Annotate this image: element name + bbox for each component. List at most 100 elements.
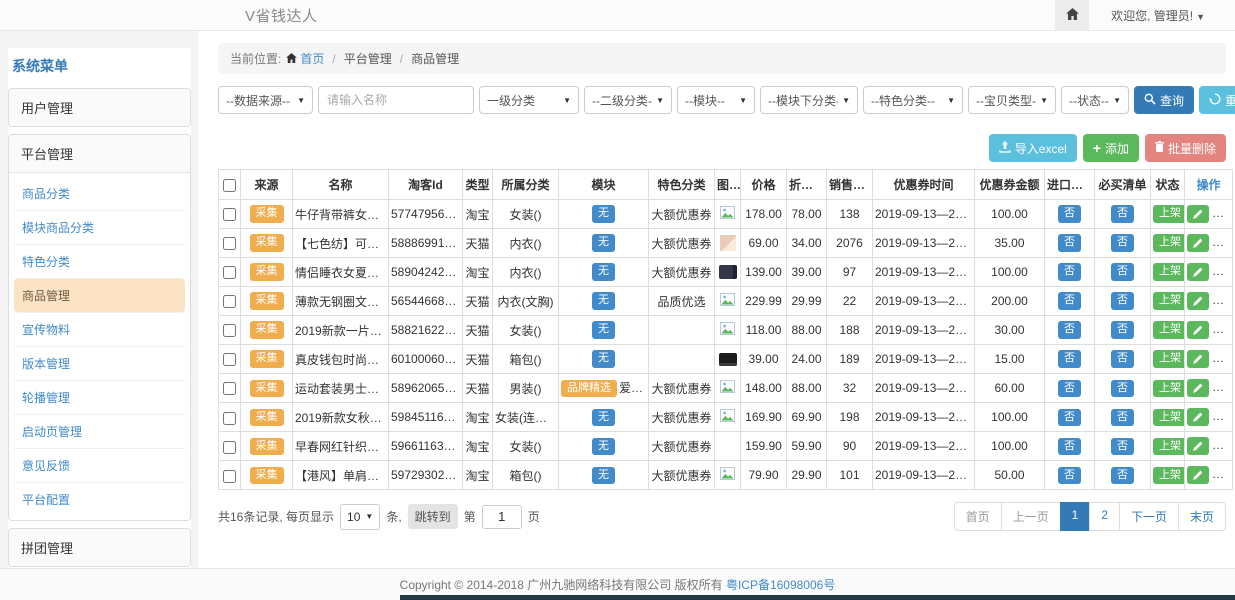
sidebar-group-用户管理[interactable]: 用户管理 [9, 89, 190, 126]
sidebar-group: 用户管理 [8, 88, 191, 127]
sidebar-item-轮播管理[interactable]: 轮播管理 [14, 381, 185, 415]
sales-cell: 2076 [827, 229, 873, 258]
sidebar-item-商品管理[interactable]: 商品管理 [14, 279, 185, 313]
row-checkbox[interactable] [223, 353, 236, 366]
edit-button[interactable] [1187, 321, 1209, 339]
name-search-input[interactable] [318, 86, 474, 114]
bulk-delete-button[interactable]: 批量删除 [1145, 134, 1226, 162]
sidebar-item-启动页管理[interactable]: 启动页管理 [14, 415, 185, 449]
discount-price-cell: 24.00 [787, 345, 827, 374]
status-badge[interactable]: 上架 [1153, 321, 1185, 338]
filter-select-level2-category[interactable]: --二级分类--▼ [584, 86, 672, 114]
add-button[interactable]: + 添加 [1083, 134, 1139, 162]
page-size-select[interactable]: 10 ▼ [340, 504, 380, 530]
must-buy-badge[interactable]: 否 [1111, 205, 1134, 222]
home-button[interactable] [1055, 0, 1089, 30]
import-select-badge[interactable]: 否 [1058, 263, 1081, 280]
row-checkbox[interactable] [223, 324, 236, 337]
import-select-badge[interactable]: 否 [1058, 205, 1081, 222]
page-button-末页[interactable]: 末页 [1178, 502, 1226, 531]
status-badge[interactable]: 上架 [1153, 234, 1185, 251]
jump-to-button[interactable]: 跳转到 [408, 504, 458, 529]
must-buy-badge[interactable]: 否 [1111, 380, 1134, 397]
import-select-badge[interactable]: 否 [1058, 350, 1081, 367]
row-checkbox[interactable] [223, 470, 236, 483]
filter-select-data-source[interactable]: --数据来源--▼ [218, 86, 313, 114]
edit-button[interactable] [1187, 350, 1209, 368]
import-select-badge[interactable]: 否 [1058, 321, 1081, 338]
must-buy-badge[interactable]: 否 [1111, 292, 1134, 309]
table-row: 采集【七色纺】可爱纯棉家...588869917501天猫内衣()无大额优惠券6… [219, 229, 1233, 258]
status-badge[interactable]: 上架 [1153, 205, 1185, 222]
page-button-2[interactable]: 2 [1089, 502, 1120, 531]
status-badge[interactable]: 上架 [1153, 409, 1185, 426]
filter-select-status[interactable]: --状态--▼ [1061, 86, 1129, 114]
operations-cell [1185, 287, 1233, 316]
row-checkbox[interactable] [223, 382, 236, 395]
select-all-checkbox[interactable] [223, 179, 236, 192]
row-checkbox[interactable] [223, 441, 236, 454]
filter-select-module-subcategory[interactable]: --模块下分类--▼ [760, 86, 858, 114]
must-buy-badge[interactable]: 否 [1111, 350, 1134, 367]
status-badge[interactable]: 上架 [1153, 438, 1185, 455]
edit-button[interactable] [1187, 437, 1209, 455]
icp-link[interactable]: 粤ICP备16098006号 [726, 576, 835, 593]
filter-select-level1-category[interactable]: 一级分类▼ [479, 86, 579, 114]
page-button-下一页[interactable]: 下一页 [1119, 502, 1179, 531]
page-button-上一页[interactable]: 上一页 [1001, 502, 1061, 531]
row-checkbox[interactable] [223, 295, 236, 308]
must-buy-badge[interactable]: 否 [1111, 467, 1134, 484]
status-badge[interactable]: 上架 [1153, 467, 1185, 484]
must-buy-badge[interactable]: 否 [1111, 409, 1134, 426]
page-button-首页[interactable]: 首页 [954, 502, 1002, 531]
status-badge[interactable]: 上架 [1153, 350, 1185, 367]
sidebar-item-宣传物料[interactable]: 宣传物料 [14, 313, 185, 347]
import-excel-button[interactable]: 导入excel [989, 134, 1077, 162]
filter-select-module[interactable]: --模块--▼ [677, 86, 755, 114]
must-buy-badge[interactable]: 否 [1111, 234, 1134, 251]
sidebar-item-平台配置[interactable]: 平台配置 [14, 483, 185, 516]
search-button[interactable]: 查询 [1134, 86, 1194, 114]
import-select-badge[interactable]: 否 [1058, 380, 1081, 397]
sidebar-item-商品分类[interactable]: 商品分类 [14, 177, 185, 211]
sidebar-item-意见反馈[interactable]: 意见反馈 [14, 449, 185, 483]
page-number-input[interactable] [482, 505, 522, 529]
import-select-badge[interactable]: 否 [1058, 467, 1081, 484]
import-select-badge[interactable]: 否 [1058, 292, 1081, 309]
import-select-badge[interactable]: 否 [1058, 438, 1081, 455]
status-badge[interactable]: 上架 [1153, 292, 1185, 309]
edit-button[interactable] [1187, 466, 1209, 484]
must-buy-badge[interactable]: 否 [1111, 321, 1134, 338]
edit-button[interactable] [1187, 234, 1209, 252]
page-button-1[interactable]: 1 [1060, 502, 1091, 531]
status-badge[interactable]: 上架 [1153, 380, 1185, 397]
edit-button[interactable] [1187, 292, 1209, 310]
status-badge[interactable]: 上架 [1153, 263, 1185, 280]
row-checkbox[interactable] [223, 208, 236, 221]
must-buy-badge[interactable]: 否 [1111, 263, 1134, 280]
row-checkbox[interactable] [223, 412, 236, 425]
coupon-time-cell: 2019-09-13—2019-09-20 [873, 345, 975, 374]
filter-select-item-type[interactable]: --宝贝类型--▼ [968, 86, 1056, 114]
reset-button[interactable]: 重置 [1199, 86, 1235, 114]
row-checkbox[interactable] [223, 266, 236, 279]
edit-button[interactable] [1187, 263, 1209, 281]
price-cell: 139.00 [741, 258, 787, 287]
sidebar-item-特色分类[interactable]: 特色分类 [14, 245, 185, 279]
edit-button[interactable] [1187, 408, 1209, 426]
user-menu[interactable]: 欢迎您, 管理员!▼ [1111, 7, 1205, 24]
edit-button[interactable] [1187, 205, 1209, 223]
sidebar-group-平台管理[interactable]: 平台管理 [9, 135, 190, 172]
price-cell: 39.00 [741, 345, 787, 374]
filter-select-feature-category[interactable]: --特色分类--▼ [863, 86, 963, 114]
sidebar-group-拼团管理[interactable]: 拼团管理 [9, 529, 190, 566]
source-badge: 采集 [250, 321, 284, 338]
import-select-badge[interactable]: 否 [1058, 409, 1081, 426]
sidebar-item-版本管理[interactable]: 版本管理 [14, 347, 185, 381]
edit-button[interactable] [1187, 379, 1209, 397]
row-checkbox[interactable] [223, 237, 236, 250]
breadcrumb-home-link[interactable]: 首页 [286, 50, 324, 67]
import-select-badge[interactable]: 否 [1058, 234, 1081, 251]
sidebar-item-模块商品分类[interactable]: 模块商品分类 [14, 211, 185, 245]
must-buy-badge[interactable]: 否 [1111, 438, 1134, 455]
